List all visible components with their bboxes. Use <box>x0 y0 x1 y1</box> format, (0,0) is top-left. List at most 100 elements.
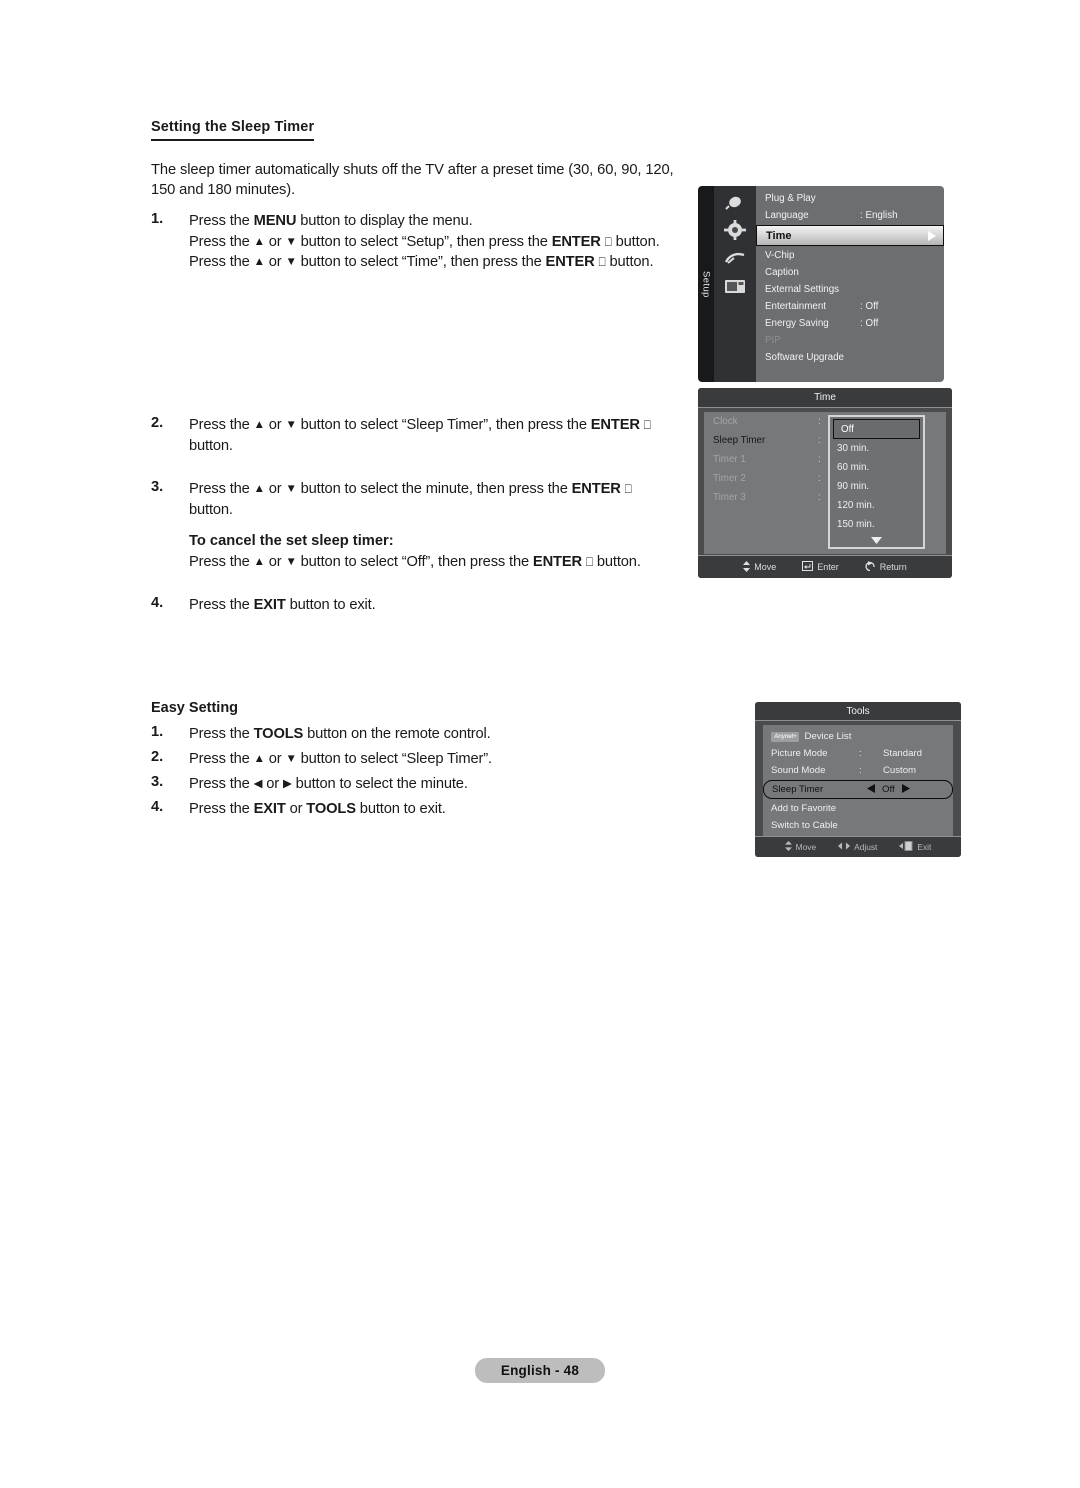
tools-item-picture-mode[interactable]: Picture Mode : Standard <box>763 745 953 762</box>
easy-step-4-text: Press the EXIT or TOOLS button to exit. <box>189 800 446 817</box>
setup-gear-icon <box>722 220 748 240</box>
time-item-colon: : <box>818 416 821 427</box>
up-down-arrows-icon <box>743 560 751 574</box>
tools-item-label: Sound Mode <box>771 765 826 776</box>
tools-item-label: Picture Mode <box>771 748 828 759</box>
chevron-right-icon <box>927 230 936 241</box>
tools-item-switch-to-cable[interactable]: Switch to Cable <box>763 817 953 834</box>
step-1-line-2: Press the ▲ or ▼ button to select “Setup… <box>189 233 660 250</box>
tools-bottom-bar-move: Move <box>784 841 817 853</box>
tools-item-sound-mode[interactable]: Sound Mode : Custom <box>763 762 953 779</box>
channel-antenna-icon <box>722 248 748 268</box>
setup-item-time[interactable]: Time <box>756 225 944 246</box>
easy-step-3: 3. Press the ◀ or ▶ button to select the… <box>151 774 671 795</box>
setup-item-energy-saving[interactable]: Energy Saving : Off <box>756 315 944 332</box>
dropdown-option-150min[interactable]: 150 min. <box>830 515 923 534</box>
instruction-column: Setting the Sleep Timer The sleep timer … <box>151 118 696 616</box>
setup-item-label: Entertainment <box>765 301 826 312</box>
chevron-left-icon[interactable] <box>867 783 875 796</box>
dropdown-option-60min[interactable]: 60 min. <box>830 458 923 477</box>
setup-item-label: Language <box>765 210 809 221</box>
page-footer: English - 48 <box>0 1358 1080 1383</box>
setup-item-plug-and-play[interactable]: Plug & Play <box>756 190 944 207</box>
tools-item-value: Off <box>882 784 895 795</box>
exit-door-icon <box>899 841 913 853</box>
time-menu-title: Time <box>698 388 952 408</box>
setup-menu-icon-column <box>714 186 756 382</box>
setup-item-external-settings[interactable]: External Settings <box>756 281 944 298</box>
tools-item-adjuster[interactable]: Off <box>867 783 910 796</box>
easy-setting-step-list: 1. Press the TOOLS button on the remote … <box>151 724 671 820</box>
tools-item-label: Add to Favorite <box>771 803 837 814</box>
bottom-bar-label: Move <box>795 842 817 852</box>
tv-tools-menu-screenshot: Tools Anynet+ Device List Picture Mode :… <box>755 702 961 857</box>
easy-step-1: 1. Press the TOOLS button on the remote … <box>151 724 671 745</box>
easy-step-1-number: 1. <box>151 724 164 740</box>
step-list: 1. Press the MENU button to display the … <box>151 211 696 616</box>
time-item-label: Clock <box>713 416 738 427</box>
setup-item-label: V-Chip <box>765 250 795 261</box>
easy-step-2-text: Press the ▲ or ▼ button to select “Sleep… <box>189 750 492 767</box>
setup-item-value: : Off <box>860 318 879 329</box>
tv-time-menu-screenshot: Time Clock : Sleep Timer : Timer 1 : Tim… <box>698 388 952 578</box>
dropdown-option-label: Off <box>841 423 854 435</box>
setup-item-label: Energy Saving <box>765 318 829 329</box>
setup-item-value: : Off <box>860 301 879 312</box>
time-item-colon: : <box>818 454 821 465</box>
setup-item-value: : English <box>860 210 898 221</box>
enter-icon <box>802 561 814 573</box>
bottom-bar-return: Return <box>865 561 907 573</box>
setup-item-v-chip[interactable]: V-Chip <box>756 247 944 264</box>
sleep-timer-dropdown[interactable]: Off 30 min. 60 min. 90 min. 120 min. 150… <box>828 415 925 549</box>
setup-menu-tab: Setup <box>698 186 714 382</box>
tools-item-value: Standard <box>883 748 922 759</box>
chevron-right-icon[interactable] <box>901 783 910 796</box>
easy-step-3-text: Press the ◀ or ▶ button to select the mi… <box>189 775 468 792</box>
time-item-colon: : <box>818 492 821 503</box>
dropdown-option-30min[interactable]: 30 min. <box>830 439 923 458</box>
cancel-line: Press the ▲ or ▼ button to select “Off”,… <box>189 554 641 571</box>
setup-item-label: Software Upgrade <box>765 352 844 363</box>
tools-item-add-to-favorite[interactable]: Add to Favorite <box>763 800 953 817</box>
setup-item-caption[interactable]: Caption <box>756 264 944 281</box>
step-3-number: 3. <box>151 479 164 496</box>
dropdown-option-90min[interactable]: 90 min. <box>830 477 923 496</box>
tools-bottom-bar-adjust: Adjust <box>838 842 877 852</box>
bottom-bar-label: Move <box>754 562 777 572</box>
step-4-line-1: Press the EXIT button to exit. <box>189 597 376 613</box>
tv-setup-menu-screenshot: Setup Plug & Play Language : English Tim… <box>698 186 944 382</box>
setup-item-label: Time <box>766 229 792 242</box>
bottom-bar-enter: Enter <box>802 561 839 573</box>
cancel-subheading: To cancel the set sleep timer: <box>189 532 394 549</box>
step-2: 2. Press the ▲ or ▼ button to select “Sl… <box>151 415 696 457</box>
easy-step-3-number: 3. <box>151 773 164 790</box>
chevron-down-icon[interactable] <box>830 534 923 547</box>
dropdown-option-label: 90 min. <box>837 481 870 492</box>
step-3-line-2: button. <box>189 501 233 518</box>
tools-menu-bottom-bar: Move Adjust Exit <box>755 836 961 857</box>
tools-item-colon: : <box>859 765 862 776</box>
bottom-bar-label: Adjust <box>854 842 878 852</box>
easy-setting-section: Easy Setting 1. Press the TOOLS button o… <box>151 700 671 824</box>
tools-item-colon: : <box>859 748 862 759</box>
setup-menu-list: Plug & Play Language : English Time V-Ch… <box>756 186 944 382</box>
setup-item-language[interactable]: Language : English <box>756 207 944 224</box>
setup-item-entertainment[interactable]: Entertainment : Off <box>756 298 944 315</box>
tools-menu-body: Anynet+ Device List Picture Mode : Stand… <box>763 725 953 838</box>
dropdown-option-120min[interactable]: 120 min. <box>830 496 923 515</box>
tools-bottom-bar-exit: Exit <box>899 841 931 853</box>
time-item-colon: : <box>818 473 821 484</box>
tools-item-device-list[interactable]: Anynet+ Device List <box>763 728 953 745</box>
dropdown-option-off[interactable]: Off <box>833 419 920 439</box>
setup-item-software-upgrade[interactable]: Software Upgrade <box>756 349 944 366</box>
tools-item-sleep-timer[interactable]: Sleep Timer Off <box>763 780 953 799</box>
time-item-label: Timer 2 <box>713 473 746 484</box>
dropdown-option-label: 60 min. <box>837 462 870 473</box>
page-title: Setting the Sleep Timer <box>151 119 315 141</box>
step-1: 1. Press the MENU button to display the … <box>151 211 696 274</box>
step-4: 4. Press the EXIT button to exit. <box>151 595 696 616</box>
step-4-number: 4. <box>151 595 164 611</box>
